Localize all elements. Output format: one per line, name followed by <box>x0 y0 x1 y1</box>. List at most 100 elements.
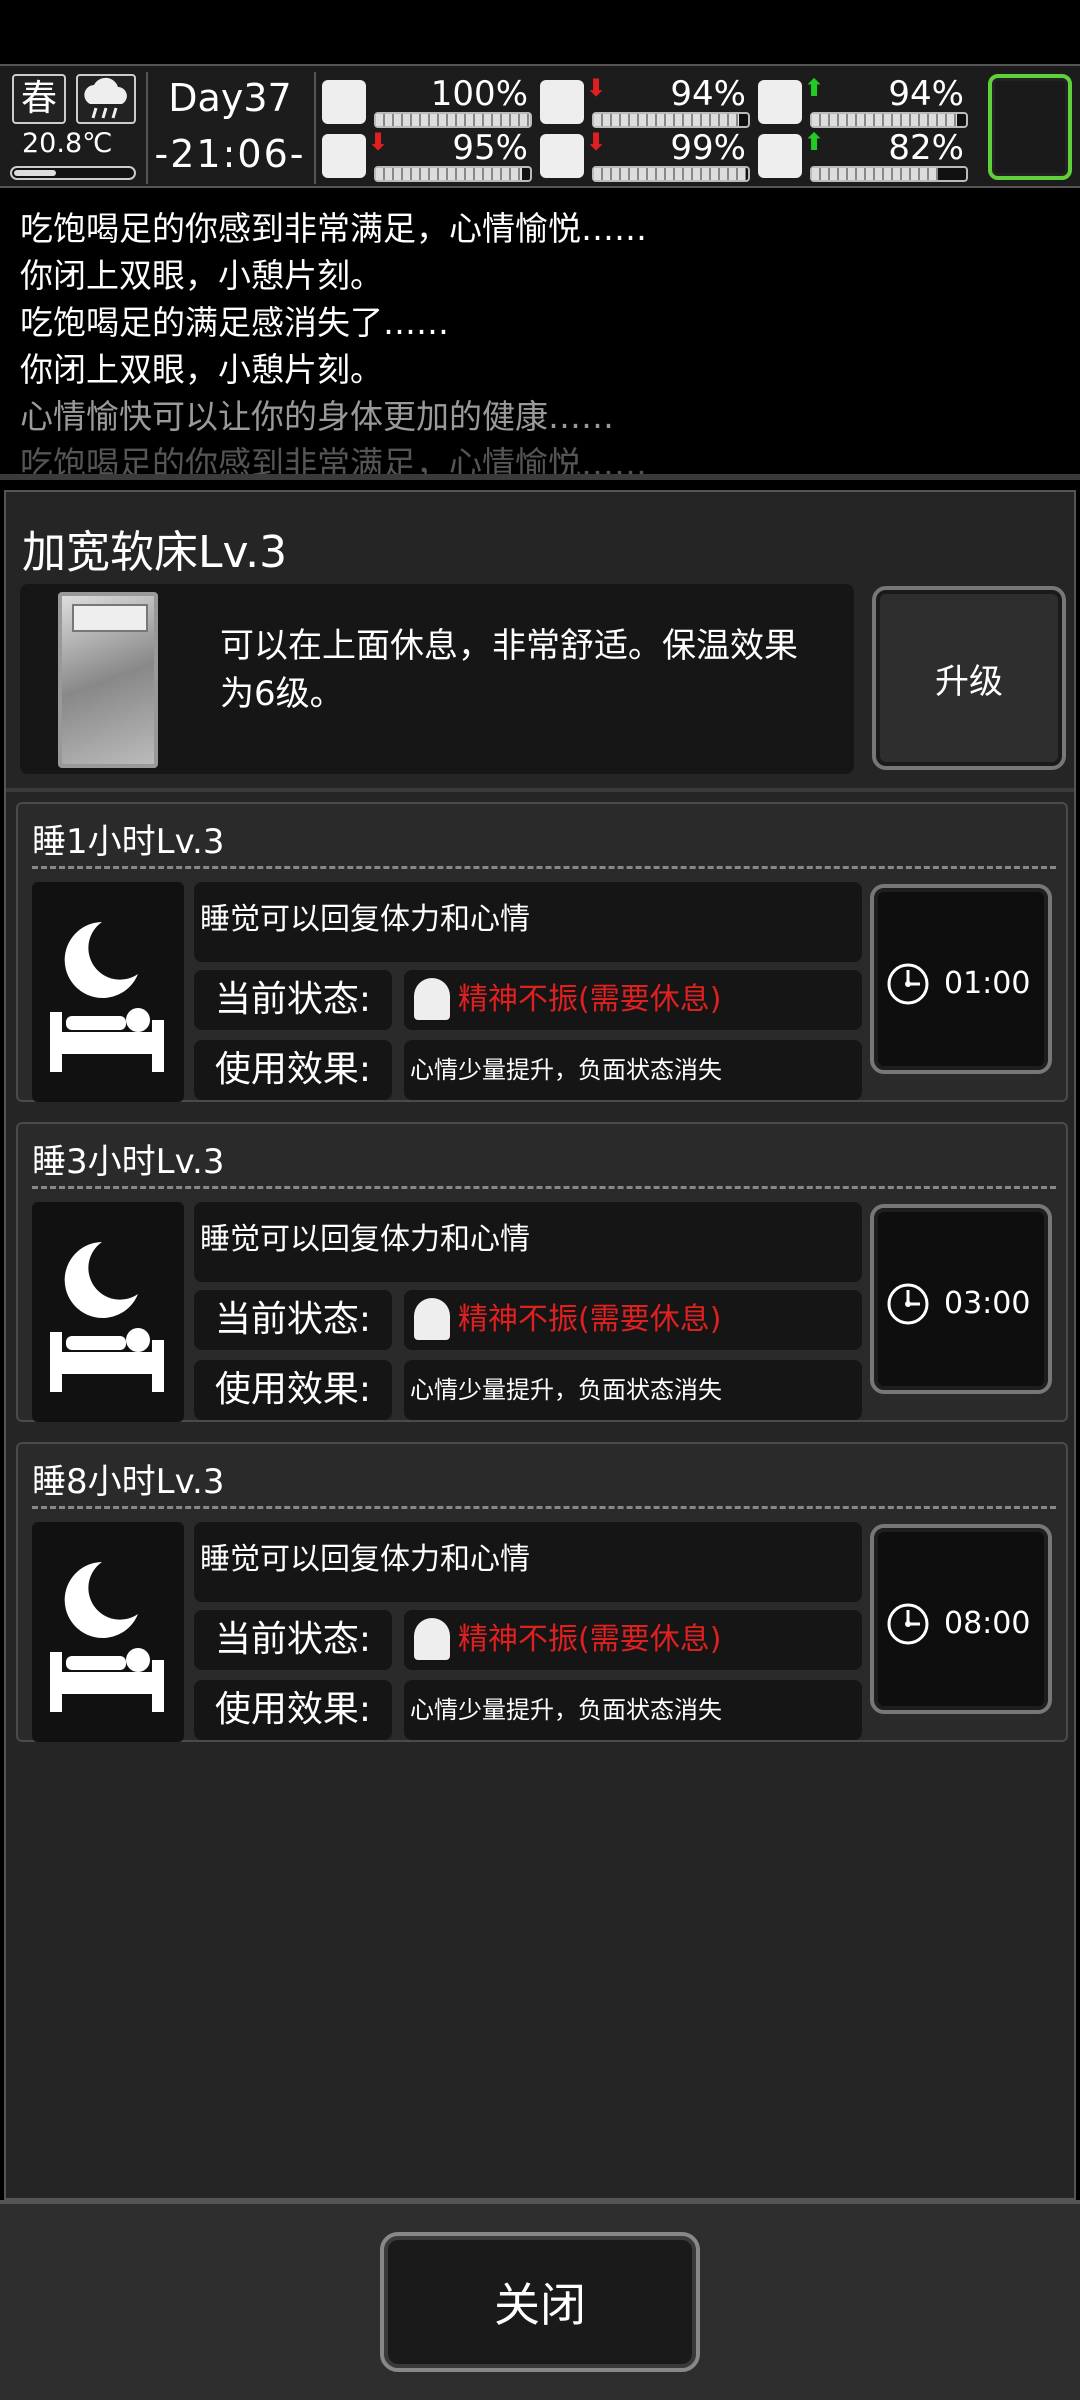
log-line: 吃饱喝足的你感到非常满足，心情愉悦…… <box>20 209 647 248</box>
thermometer-fill <box>14 170 56 176</box>
season-indicator: 春 <box>12 74 66 124</box>
close-button[interactable]: 关闭 <box>380 2232 700 2372</box>
status-value-box: 精神不振(需要休息) <box>404 1290 862 1350</box>
head-icon <box>758 80 802 124</box>
item-title: 加宽软床Lv.3 <box>22 527 288 578</box>
log-line: 吃饱喝足的满足感消失了…… <box>20 303 449 342</box>
moon-bed-icon <box>32 1202 184 1422</box>
sleep-time-button[interactable]: 03:00 <box>870 1204 1052 1394</box>
log-line: 你闭上双眼，小憩片刻。 <box>20 256 383 295</box>
trend-arrow-icon: ⬇ <box>586 128 607 156</box>
stat-bar-fill <box>812 114 957 126</box>
stat-meter: ⬆ 82% <box>758 128 970 186</box>
message-log[interactable]: 吃饱喝足的你感到非常满足，心情愉悦…… 你闭上双眼，小憩片刻。 吃饱喝足的满足感消失… <box>0 190 1080 480</box>
divider <box>146 72 148 184</box>
status-value-box: 精神不振(需要休息) <box>404 1610 862 1670</box>
sleep-duration: 01:00 <box>944 966 1031 1001</box>
effect-value: 心情少量提升，负面状态消失 <box>410 1696 722 1724</box>
stat-percent: 99% <box>670 128 746 168</box>
effect-value-box: 心情少量提升，负面状态消失 <box>404 1360 862 1420</box>
stat-bar <box>374 166 532 182</box>
divider <box>32 1186 1056 1189</box>
trend-arrow-icon: ⬆ <box>804 74 825 102</box>
stat-bar <box>810 112 968 128</box>
stat-bar-fill <box>594 114 739 126</box>
stat-bar <box>592 112 750 128</box>
bottom-bar: 关闭 <box>0 2200 1080 2400</box>
sleep-option-description: 睡觉可以回复体力和心情 <box>194 1202 862 1282</box>
item-description: 可以在上面休息，非常舒适。保温效果为6级。 <box>220 626 798 714</box>
divider <box>6 788 1074 792</box>
log-line: 心情愉快可以让你的身体更加的健康…… <box>20 397 614 436</box>
trend-arrow-icon: ⬇ <box>368 128 389 156</box>
status-bar: 春 20.8℃ Day37 -21:06- 100% ⬇ 94% ⬆ 94% ⬇ 95% ⬇ 9… <box>0 64 1080 188</box>
log-line: 你闭上双眼，小憩片刻。 <box>20 350 383 389</box>
stat-percent: 95% <box>452 128 528 168</box>
effect-label: 使用效果: <box>194 1360 392 1420</box>
stat-bar-fill <box>812 168 939 180</box>
sleep-option-card: 睡8小时Lv.3 睡觉可以回复体力和心情当前状态: 精神不振(需要休息) 使用效果: 心… <box>16 1442 1068 1742</box>
heart-icon <box>758 134 802 178</box>
status-label: 当前状态: <box>194 1290 392 1350</box>
stat-bar-fill <box>376 114 530 126</box>
tired-face-icon <box>414 1298 450 1340</box>
divider <box>32 866 1056 869</box>
clock-icon <box>886 962 930 1006</box>
season-label: 春 <box>20 78 57 119</box>
status-value: 精神不振(需要休息) <box>458 982 722 1017</box>
moon-bed-icon <box>32 1522 184 1742</box>
divider <box>314 72 316 184</box>
stat-meter: ⬆ 94% <box>758 74 970 132</box>
moon-bed-icon <box>32 882 184 1102</box>
sleep-option-description: 睡觉可以回复体力和心情 <box>194 1522 862 1602</box>
temperature-readout: 20.8℃ <box>22 128 113 159</box>
bed-image <box>58 592 158 768</box>
stomach-icon <box>540 80 584 124</box>
stat-bar-fill <box>594 168 747 180</box>
upgrade-button[interactable]: 升级 <box>872 586 1066 770</box>
stat-meter: ⬇ 95% <box>322 128 534 186</box>
sleep-option-description: 睡觉可以回复体力和心情 <box>194 882 862 962</box>
trend-arrow-icon: ⬆ <box>804 128 825 156</box>
tired-face-icon <box>414 978 450 1020</box>
effect-value: 心情少量提升，负面状态消失 <box>410 1056 722 1084</box>
game-clock: -21:06- <box>154 132 306 176</box>
stat-percent: 94% <box>888 74 964 114</box>
clock-icon <box>886 1602 930 1646</box>
clock-icon <box>886 1282 930 1326</box>
equipment-slot[interactable] <box>988 74 1072 180</box>
stat-percent: 100% <box>430 74 528 114</box>
thermometer-bar <box>10 166 136 180</box>
stat-meter: ⬇ 94% <box>540 74 752 132</box>
sleep-time-button[interactable]: 08:00 <box>870 1524 1052 1714</box>
bed-panel: 加宽软床Lv.3 可以在上面休息，非常舒适。保温效果为6级。 升级 睡1小时Lv… <box>4 490 1076 2200</box>
stat-bar <box>810 166 968 182</box>
sleep-option-title: 睡8小时Lv.3 <box>32 1462 225 1502</box>
status-value: 精神不振(需要休息) <box>458 1622 722 1657</box>
sleep-option-title: 睡3小时Lv.3 <box>32 1142 225 1182</box>
stat-percent: 94% <box>670 74 746 114</box>
effect-value: 心情少量提升，负面状态消失 <box>410 1376 722 1404</box>
water-drop-icon <box>540 134 584 178</box>
cloud-rain-icon <box>76 74 136 124</box>
stat-meter: ⬇ 99% <box>540 128 752 186</box>
stat-bar <box>592 166 750 182</box>
status-value: 精神不振(需要休息) <box>458 1302 722 1337</box>
trend-arrow-icon: ⬇ <box>586 74 607 102</box>
status-label: 当前状态: <box>194 1610 392 1670</box>
status-value-box: 精神不振(需要休息) <box>404 970 862 1030</box>
effect-label: 使用效果: <box>194 1680 392 1740</box>
effect-label: 使用效果: <box>194 1040 392 1100</box>
effect-value-box: 心情少量提升，负面状态消失 <box>404 1040 862 1100</box>
sleep-option-card: 睡1小时Lv.3 睡觉可以回复体力和心情 当前状态: 精神不振(需要休息) 使用效果: 心… <box>16 802 1068 1102</box>
status-label: 当前状态: <box>194 970 392 1030</box>
stat-bar-fill <box>376 168 523 180</box>
sleep-duration: 08:00 <box>944 1606 1031 1641</box>
stat-meter: 100% <box>322 74 534 132</box>
stat-bar <box>374 112 532 128</box>
sleep-time-button[interactable]: 01:00 <box>870 884 1052 1074</box>
medkit-icon <box>322 80 366 124</box>
stat-percent: 82% <box>888 128 964 168</box>
day-counter: Day37 <box>168 76 292 120</box>
boot-icon <box>322 134 366 178</box>
